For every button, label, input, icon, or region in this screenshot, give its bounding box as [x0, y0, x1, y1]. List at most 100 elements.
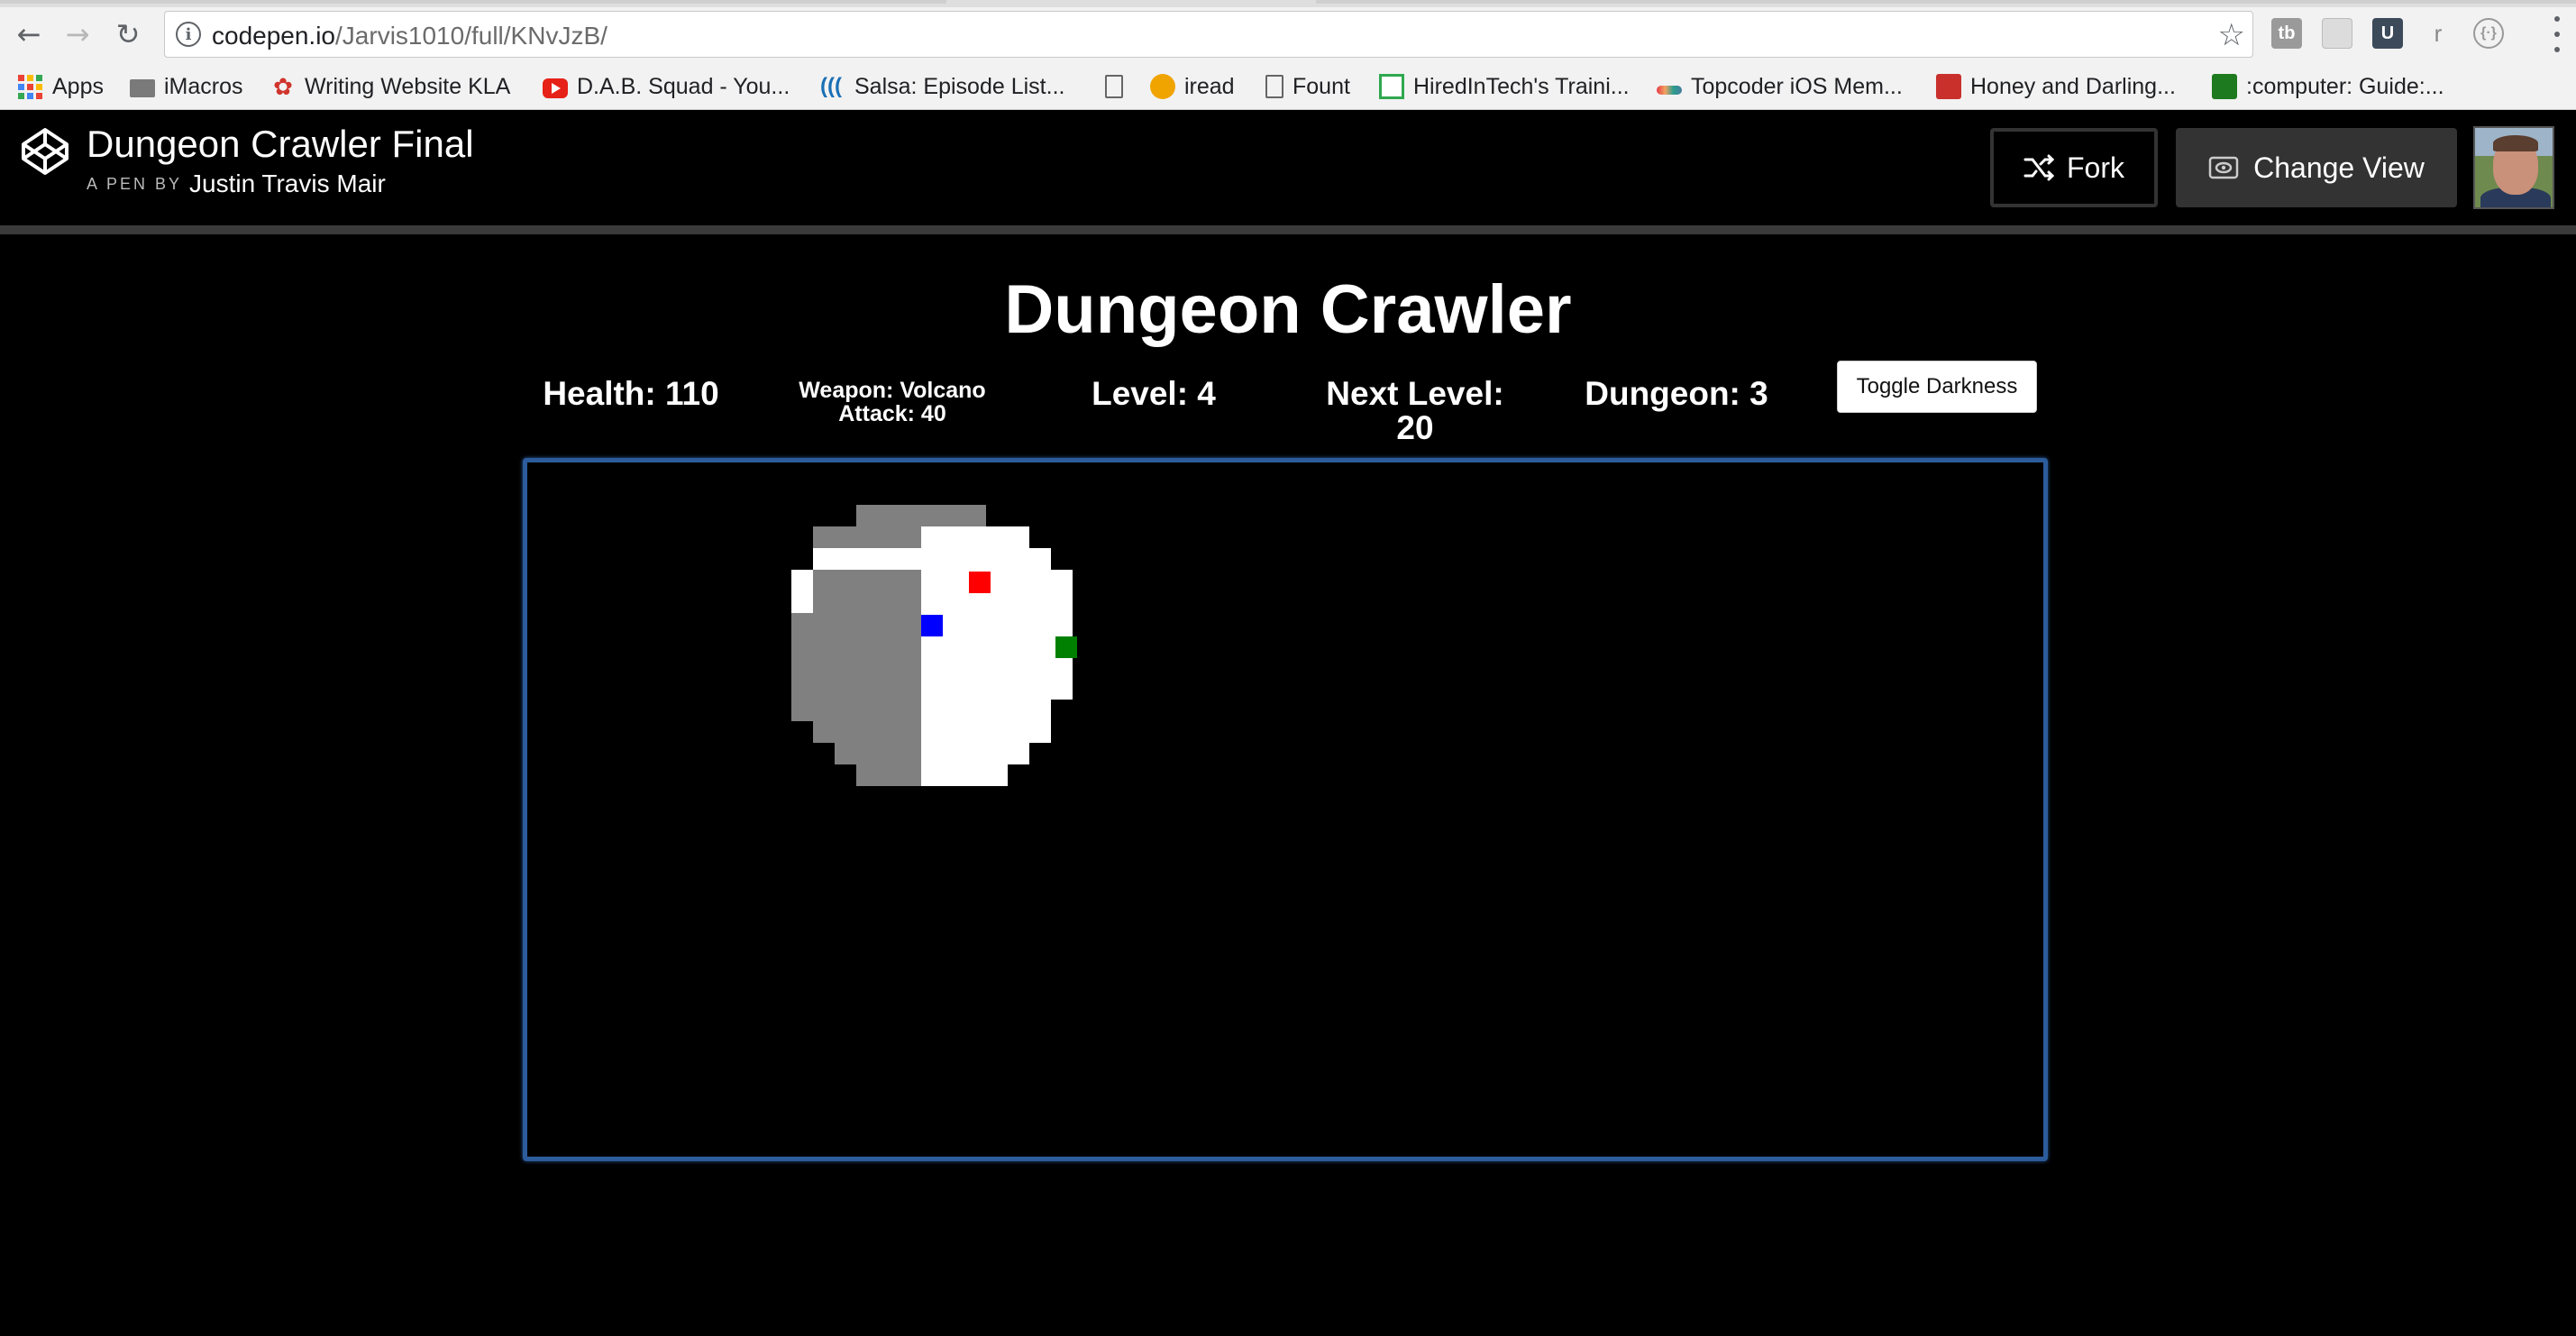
bookmark-topcoder[interactable]: Topcoder iOS Mem...: [1657, 70, 1903, 103]
bookmark-label: :computer: Guide:...: [2246, 73, 2444, 99]
wall-tiles: [813, 591, 921, 613]
salsa-icon: (((: [820, 74, 842, 98]
wall-tiles: [835, 743, 921, 764]
tb-extension-icon[interactable]: tb: [2271, 18, 2302, 49]
level-stat: Level: 4: [1092, 375, 1216, 412]
back-arrow-icon: ←: [16, 17, 41, 51]
forward-button[interactable]: →: [58, 14, 97, 54]
attack-label: Attack: 40: [838, 401, 946, 426]
back-button[interactable]: ←: [9, 14, 49, 54]
bookmark-apps[interactable]: Apps: [18, 70, 104, 103]
address-bar[interactable]: i codepen.io/Jarvis1010/full/KNvJzB/ ☆: [164, 11, 2253, 58]
bookmark-dab-squad[interactable]: D.A.B. Squad - You...: [543, 70, 790, 103]
wall-tiles: [856, 764, 921, 786]
forward-arrow-icon: →: [65, 17, 90, 51]
bookmark-label: iread: [1184, 73, 1235, 99]
honey-icon: [1936, 74, 1961, 99]
bookmark-guide[interactable]: :computer: Guide:...: [2212, 70, 2444, 103]
reload-icon: ↻: [115, 17, 141, 51]
pen-author-link[interactable]: Justin Travis Mair: [189, 169, 386, 198]
bookmark-label: Salsa: Episode List...: [854, 73, 1065, 99]
wall-tiles: [791, 613, 921, 635]
floor-tiles: [921, 613, 1073, 635]
bookmark-star-icon[interactable]: ☆: [2218, 17, 2245, 53]
browser-menu-icon[interactable]: [2551, 16, 2563, 52]
codepen-header: Dungeon Crawler Final A PEN BY Justin Tr…: [0, 110, 2576, 225]
floor-tiles: [791, 591, 813, 613]
game-title: Dungeon Crawler: [1004, 271, 1572, 348]
fork-label: Fork: [2067, 151, 2124, 184]
pen-by-label: A PEN BY: [87, 175, 183, 193]
floor-tiles: [921, 570, 1073, 591]
wall-tiles: [791, 656, 921, 678]
player-tile: [921, 615, 943, 637]
bookmark-iread[interactable]: iread: [1150, 70, 1235, 103]
page-icon: [1105, 75, 1123, 98]
youtube-icon: [543, 78, 568, 98]
hiredintech-icon: [1379, 74, 1404, 99]
r-extension-icon[interactable]: r: [2423, 18, 2453, 49]
health-item-tile: [1055, 636, 1077, 659]
next-level-value: 20: [1396, 409, 1434, 446]
floor-tiles: [921, 526, 1029, 548]
change-view-button[interactable]: Change View: [2176, 128, 2457, 207]
bookmark-honey[interactable]: Honey and Darling...: [1936, 70, 2176, 103]
udacity-extension-icon[interactable]: U: [2372, 18, 2403, 49]
bookmark-label: Honey and Darling...: [1970, 73, 2176, 99]
wall-tiles: [813, 721, 921, 743]
wall-tiles: [791, 700, 921, 721]
pen-title: Dungeon Crawler Final: [87, 123, 474, 165]
floor-tiles: [791, 570, 813, 591]
topcoder-icon: [1657, 86, 1682, 95]
next-level-label: Next Level:: [1326, 375, 1504, 412]
toggle-darkness-button[interactable]: Toggle Darkness: [1837, 361, 2037, 413]
bookmark-label: iMacros: [164, 73, 243, 99]
floor-tiles: [921, 743, 1029, 764]
bookmark-fount[interactable]: Fount: [1265, 70, 1350, 103]
url-text[interactable]: codepen.io/Jarvis1010/full/KNvJzB/: [212, 22, 607, 50]
floor-tiles: [921, 635, 1073, 656]
bookmark-label: Writing Website KLA: [305, 73, 511, 99]
bookmark-label: Topcoder iOS Mem...: [1691, 73, 1903, 99]
browser-chrome: ← → ↻ i codepen.io/Jarvis1010/full/KNvJz…: [0, 0, 2576, 110]
guide-icon: [2212, 74, 2237, 99]
floor-tiles: [921, 678, 1073, 700]
change-view-label: Change View: [2253, 151, 2425, 184]
wall-tiles: [791, 635, 921, 656]
health-stat: Health: 110: [543, 375, 719, 412]
enemy-tile: [968, 572, 991, 594]
floor-tiles: [921, 656, 1073, 678]
user-avatar[interactable]: [2473, 126, 2554, 209]
fork-button[interactable]: Fork: [1990, 128, 2158, 207]
bookmark-writing-website[interactable]: ✿ Writing Website KLA: [270, 70, 510, 103]
bookmark-hiredintech[interactable]: HiredInTech's Traini...: [1379, 70, 1630, 103]
bookmark-label: HiredInTech's Traini...: [1413, 73, 1630, 99]
extension-icon[interactable]: [2322, 18, 2352, 49]
floor-tiles: [813, 548, 1051, 570]
floor-tiles: [921, 764, 1008, 786]
fork-icon: [2023, 154, 2054, 181]
bookmark-label: Fount: [1293, 73, 1350, 99]
info-icon[interactable]: i: [176, 22, 201, 47]
code-extension-icon[interactable]: {·}: [2473, 18, 2504, 49]
writing-icon: ✿: [273, 73, 293, 100]
floor-tiles: [921, 700, 1051, 721]
floor-tiles: [921, 591, 1073, 613]
wall-tiles: [813, 526, 921, 548]
reload-button[interactable]: ↻: [108, 14, 148, 54]
bookmarks-bar: Apps iMacros ✿ Writing Website KLA D.A.B…: [0, 65, 2576, 108]
floor-tiles: [921, 721, 1051, 743]
header-divider: [0, 225, 2576, 234]
wall-tiles: [791, 678, 921, 700]
url-host: codepen.io: [212, 22, 336, 50]
tab-strip: [0, 0, 2576, 7]
bookmark-label: D.A.B. Squad - You...: [577, 73, 790, 99]
dungeon-board[interactable]: [523, 458, 2048, 1161]
bookmark-imacros[interactable]: iMacros: [130, 70, 243, 103]
bookmark-untitled[interactable]: [1105, 70, 1123, 103]
codepen-logo-icon[interactable]: [20, 126, 70, 177]
weapon-label: Weapon: Volcano: [799, 378, 986, 403]
eye-icon: [2208, 156, 2239, 179]
next-level-stat: Next Level: 20: [1316, 377, 1514, 445]
bookmark-salsa[interactable]: ((( Salsa: Episode List...: [820, 70, 1064, 103]
